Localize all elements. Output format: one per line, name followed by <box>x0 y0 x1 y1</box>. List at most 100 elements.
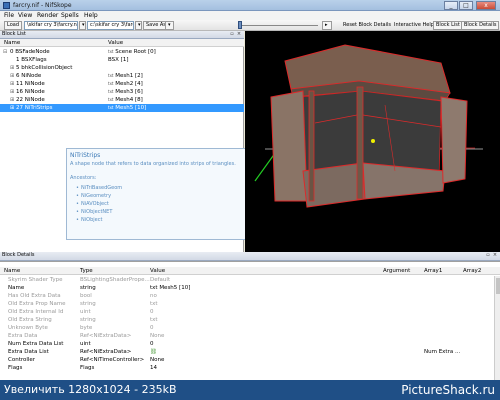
detail-row[interactable]: Skyrim Shader Type BSLightingShaderPrope… <box>0 276 494 284</box>
expand-icon[interactable]: ⊞ <box>10 80 14 88</box>
tree-row[interactable]: ⊞ 22 NiNode txt Mesh4 [8] <box>0 96 244 104</box>
detail-row[interactable]: Extra Data Ref<NiExtraData> None <box>0 332 494 340</box>
site-name[interactable]: PictureShack.ru <box>401 383 495 397</box>
detail-row[interactable]: Unknown Byte byte 0 <box>0 324 494 332</box>
tree-row-name: 6 NiNode <box>16 73 42 79</box>
ancestor-link[interactable]: NiGeometry <box>76 193 111 199</box>
animation-slider[interactable] <box>238 21 318 29</box>
col-value-header[interactable]: Value <box>108 40 123 46</box>
load-dropdown-arrow-icon[interactable]: ▾ <box>79 21 86 30</box>
minimize-button[interactable]: _ <box>444 1 458 10</box>
detail-value: None <box>150 357 165 363</box>
block-details-toggle[interactable]: Block Details <box>461 21 500 30</box>
detail-value: txt <box>150 317 158 323</box>
detail-value: 0 <box>150 341 154 347</box>
detail-value: no <box>150 293 157 299</box>
detail-name: Old Extra Internal Id <box>8 309 64 315</box>
detail-type: Ref<NiTimeController> <box>80 357 145 363</box>
tree-row[interactable]: ⊞ 5 bhkCollisionObject <box>0 64 244 72</box>
tree-row[interactable]: ⊞ 16 NiNode txt Mesh3 [6] <box>0 88 244 96</box>
detail-row[interactable]: Old Extra Internal Id uint 0 <box>0 308 494 316</box>
tree-row[interactable]: ⊞ 11 NiNode txt Mesh2 [4] <box>0 80 244 88</box>
block-details-title: Block Details <box>2 252 35 258</box>
menu-spells[interactable]: Spells <box>61 12 79 19</box>
render-viewport[interactable] <box>245 31 500 252</box>
float-panel-icon[interactable]: ▫ <box>485 253 491 259</box>
detail-type: string <box>80 285 96 291</box>
tooltip-title: NiTriStrips <box>70 152 101 159</box>
expand-icon[interactable]: ⊞ <box>10 96 14 104</box>
model-render <box>254 44 483 208</box>
expand-icon[interactable]: ⊞ <box>10 72 14 80</box>
save-dropdown-arrow-icon[interactable]: ▾ <box>135 21 142 30</box>
tree-row[interactable]: ⊞ 6 NiNode txt Mesh1 [2] <box>0 72 244 80</box>
close-panel-icon[interactable]: × <box>492 253 498 259</box>
toolbar: Load \skifar cry 3\farcry.nif ▾ c:\skifa… <box>0 20 500 31</box>
menu-file[interactable]: File <box>4 12 14 19</box>
tree-row-selected[interactable]: ⊞ 27 NiTriStrips txt Mesh5 [10] <box>0 104 244 112</box>
col-name-header[interactable]: Name <box>4 268 20 274</box>
zoom-link[interactable]: Увеличить 1280x1024 - 235kB <box>4 383 177 396</box>
tree-row-value: txt Mesh3 [6] <box>108 89 143 95</box>
details-scrollbar[interactable] <box>494 276 500 381</box>
col-name-header[interactable]: Name <box>4 40 20 46</box>
detail-row[interactable]: Name string txt Mesh5 [10] <box>0 284 494 292</box>
tree-row-value: txt Mesh4 [8] <box>108 97 143 103</box>
slider-thumb[interactable] <box>238 21 242 29</box>
play-icon[interactable]: ▸ <box>322 21 332 30</box>
close-panel-icon[interactable]: × <box>236 32 242 38</box>
block-list-toggle[interactable]: Block List <box>433 21 463 30</box>
detail-type: BSLightingShaderPrope... <box>80 277 150 283</box>
tree-row[interactable]: ⊟ 0 BSFadeNode txt Scene Root [0] <box>0 48 244 56</box>
menu-view[interactable]: View <box>18 12 32 19</box>
tree-row-name: 5 bhkCollisionObject <box>16 65 73 71</box>
block-list-header: Block List ▫ × <box>0 31 244 39</box>
ancestor-link[interactable]: NiObject <box>76 217 103 223</box>
col-type-header[interactable]: Type <box>80 268 93 274</box>
col-value-header[interactable]: Value <box>150 268 165 274</box>
detail-row[interactable]: Has Old Extra Data bool no <box>0 292 494 300</box>
save-path-field[interactable]: c:\skifar cry 3\farcry.nif <box>87 21 134 30</box>
float-panel-icon[interactable]: ▫ <box>229 32 235 38</box>
detail-row[interactable]: Flags Flags 14 <box>0 364 494 372</box>
text-type-icon: txt <box>108 89 114 94</box>
block-list-column-header: Name Value <box>0 39 244 47</box>
col-array2-header[interactable]: Array2 <box>463 268 481 274</box>
interactive-help-button[interactable]: Interactive Help <box>394 22 434 28</box>
detail-name: Skyrim Shader Type <box>8 277 63 283</box>
save-menu-arrow-icon[interactable]: ▾ <box>165 21 174 30</box>
col-array1-header[interactable]: Array1 <box>424 268 442 274</box>
detail-name: Num Extra Data List <box>8 341 64 347</box>
load-button[interactable]: Load <box>4 21 22 30</box>
detail-type: string <box>80 317 96 323</box>
detail-value: None <box>150 333 165 339</box>
title-bar: farcry.nif - NifSkope _ □ x <box>0 0 500 11</box>
detail-type: bool <box>80 293 92 299</box>
detail-row[interactable]: Old Extra String string txt <box>0 316 494 324</box>
col-argument-header[interactable]: Argument <box>383 268 410 274</box>
expand-icon[interactable]: ⊞ <box>10 64 14 72</box>
ancestor-link[interactable]: NiAVObject <box>76 201 109 207</box>
detail-row[interactable]: Controller Ref<NiTimeController> None <box>0 356 494 364</box>
tooltip-ancestors-label: Ancestors: <box>70 175 97 181</box>
detail-type: Flags <box>80 365 95 371</box>
close-button[interactable]: x <box>476 1 496 10</box>
tooltip-description: A shape node that refers to data organiz… <box>70 161 236 167</box>
maximize-button[interactable]: □ <box>459 1 473 10</box>
collapse-icon[interactable]: ⊟ <box>3 48 7 56</box>
detail-row[interactable]: Old Extra Prop Name string txt <box>0 300 494 308</box>
detail-type: string <box>80 301 96 307</box>
load-path-field[interactable]: \skifar cry 3\farcry.nif <box>24 21 78 30</box>
tree-row[interactable]: 1 BSXFlags BSX [1] <box>0 56 244 64</box>
ancestor-link[interactable]: NiTriBasedGeom <box>76 185 122 191</box>
expand-icon[interactable]: ⊞ <box>10 104 14 112</box>
scrollbar-thumb[interactable] <box>496 278 500 294</box>
reset-block-details-button[interactable]: Reset Block Details <box>343 22 391 28</box>
detail-row[interactable]: Extra Data List Ref<NiExtraData> ⛓ Num E… <box>0 348 494 356</box>
expand-icon[interactable]: ⊞ <box>10 88 14 96</box>
menu-render[interactable]: Render <box>37 12 58 19</box>
menu-bar: File View Render Spells Help <box>0 11 500 20</box>
detail-row[interactable]: Num Extra Data List uint 0 <box>0 340 494 348</box>
ancestor-link[interactable]: NiObjectNET <box>76 209 112 215</box>
menu-help[interactable]: Help <box>84 12 98 19</box>
